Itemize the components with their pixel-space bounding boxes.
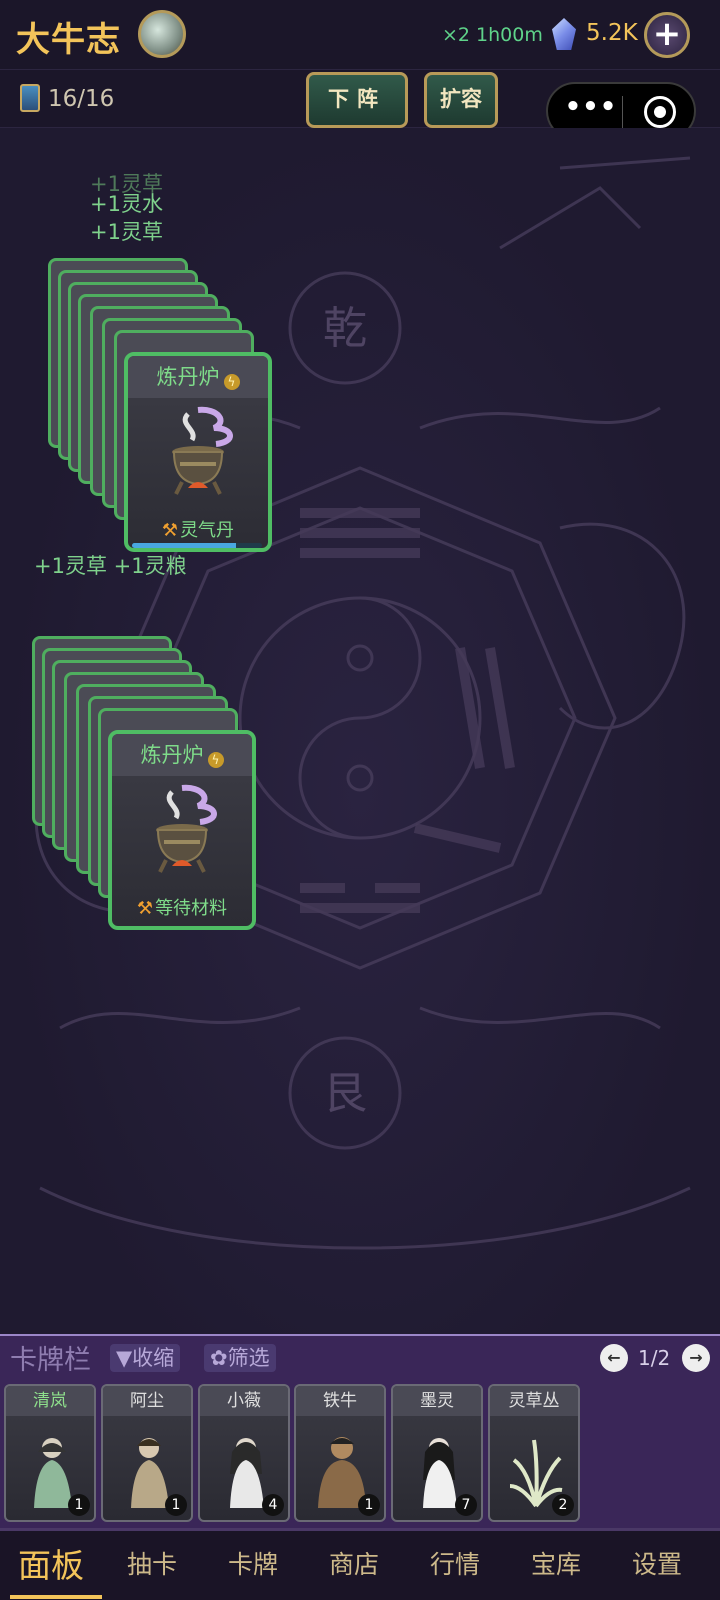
spirit-stone-icon (552, 18, 576, 50)
hand-card-moling[interactable]: 墨灵 7 (391, 1384, 483, 1522)
resource-gain-text: +1灵草 (90, 220, 163, 244)
crossed-tools-icon: ⚒ (136, 898, 154, 919)
hand-card-qinglan[interactable]: 清岚 1 (4, 1384, 96, 1522)
card-name: 阿尘 (103, 1386, 191, 1416)
hand-card-herb-bush[interactable]: 灵草丛 2 (488, 1384, 580, 1522)
card-title: 炼丹炉 ϟ (128, 356, 268, 398)
nav-tab-settings[interactable]: 设置 (606, 1545, 708, 1581)
crafting-progress-bar (132, 543, 262, 548)
card-bar: 卡牌栏 ▼收缩 ✿筛选 ← 1/2 → 清岚 1 阿尘 1 小薇 4 铁牛 1 … (0, 1334, 720, 1528)
game-title: 大牛志 (16, 20, 121, 60)
card-name: 墨灵 (393, 1386, 481, 1416)
card-title: 炼丹炉 ϟ (112, 734, 252, 776)
nav-tab-cards[interactable]: 卡牌 (202, 1545, 304, 1581)
alchemy-furnace-icon (172, 406, 233, 495)
deck-icon (20, 84, 40, 112)
card-bar-title: 卡牌栏 (10, 1345, 91, 1376)
card-count-badge: 7 (455, 1494, 477, 1516)
card-name: 灵草丛 (490, 1386, 578, 1416)
nav-tab-market[interactable]: 行情 (404, 1545, 506, 1581)
active-tab-indicator (10, 1595, 102, 1599)
expand-button[interactable]: 扩容 (424, 72, 498, 128)
nav-tab-panel[interactable]: 面板 (0, 1539, 102, 1587)
trigram-gen: 艮 (323, 1068, 367, 1119)
sub-bar: 16/16 下阵 扩容 ••• (0, 70, 720, 140)
lightning-icon: ϟ (207, 752, 224, 768)
furnace-card[interactable]: 炼丹炉 ϟ ⚒ 等待材料 (108, 730, 256, 930)
nav-tab-shop[interactable]: 商店 (303, 1545, 405, 1581)
nav-tab-treasury[interactable]: 宝库 (505, 1545, 607, 1581)
card-count-badge: 1 (165, 1494, 187, 1516)
speed-timer: ×2 1h00m (442, 24, 543, 46)
card-bar-header: 卡牌栏 ▼收缩 ✿筛选 ← 1/2 → (0, 1336, 720, 1376)
collapse-button[interactable]: ▼收缩 (110, 1344, 181, 1372)
brush-badge-icon[interactable] (138, 10, 186, 58)
close-miniprogram-button[interactable] (644, 96, 676, 128)
card-count-badge: 1 (358, 1494, 380, 1516)
prev-page-button[interactable]: ← (600, 1344, 628, 1372)
card-name: 清岚 (6, 1386, 94, 1416)
add-currency-button[interactable]: + (644, 12, 690, 58)
game-board[interactable]: 乾 艮 +1灵草 +1灵水 +1灵草 炼丹炉 ϟ ⚒ 灵气丹 +1灵草 +1灵粮… (0, 128, 720, 1334)
hand-card-xiaowei[interactable]: 小薇 4 (198, 1384, 290, 1522)
card-count-badge: 4 (262, 1494, 284, 1516)
top-bar: 大牛志 ×2 1h00m 5.2K + (0, 0, 720, 70)
crossed-tools-icon: ⚒ (161, 520, 179, 541)
card-status: ⚒ 等待材料 (136, 898, 228, 919)
deck-count: 16/16 (48, 86, 115, 112)
trigram-qian: 乾 (323, 303, 367, 354)
alchemy-furnace-icon (156, 784, 217, 873)
spirit-stone-count: 5.2K (586, 20, 638, 46)
bottom-navigation: 面板 抽卡 卡牌 商店 行情 宝库 设置 (0, 1528, 720, 1600)
filter-button[interactable]: ✿筛选 (204, 1344, 276, 1372)
page-indicator: 1/2 (638, 1346, 671, 1370)
card-name: 小薇 (200, 1386, 288, 1416)
crafting-progress-fill (132, 543, 236, 548)
hand-card-achen[interactable]: 阿尘 1 (101, 1384, 193, 1522)
resource-gain-text: +1灵草 +1灵粮 (34, 554, 187, 578)
nav-tab-draw[interactable]: 抽卡 (101, 1545, 203, 1581)
resource-gain-text: +1灵水 (90, 192, 163, 216)
card-count-badge: 2 (552, 1494, 574, 1516)
capsule-divider (622, 96, 623, 128)
furnace-card[interactable]: 炼丹炉 ϟ ⚒ 灵气丹 (124, 352, 272, 552)
hand-card-tieniu[interactable]: 铁牛 1 (294, 1384, 386, 1522)
unassign-button[interactable]: 下阵 (306, 72, 408, 128)
more-menu-button[interactable]: ••• (564, 94, 618, 124)
lightning-icon: ϟ (223, 374, 240, 390)
card-status: ⚒ 灵气丹 (161, 520, 235, 541)
card-count-badge: 1 (68, 1494, 90, 1516)
next-page-button[interactable]: → (682, 1344, 710, 1372)
card-name: 铁牛 (296, 1386, 384, 1416)
